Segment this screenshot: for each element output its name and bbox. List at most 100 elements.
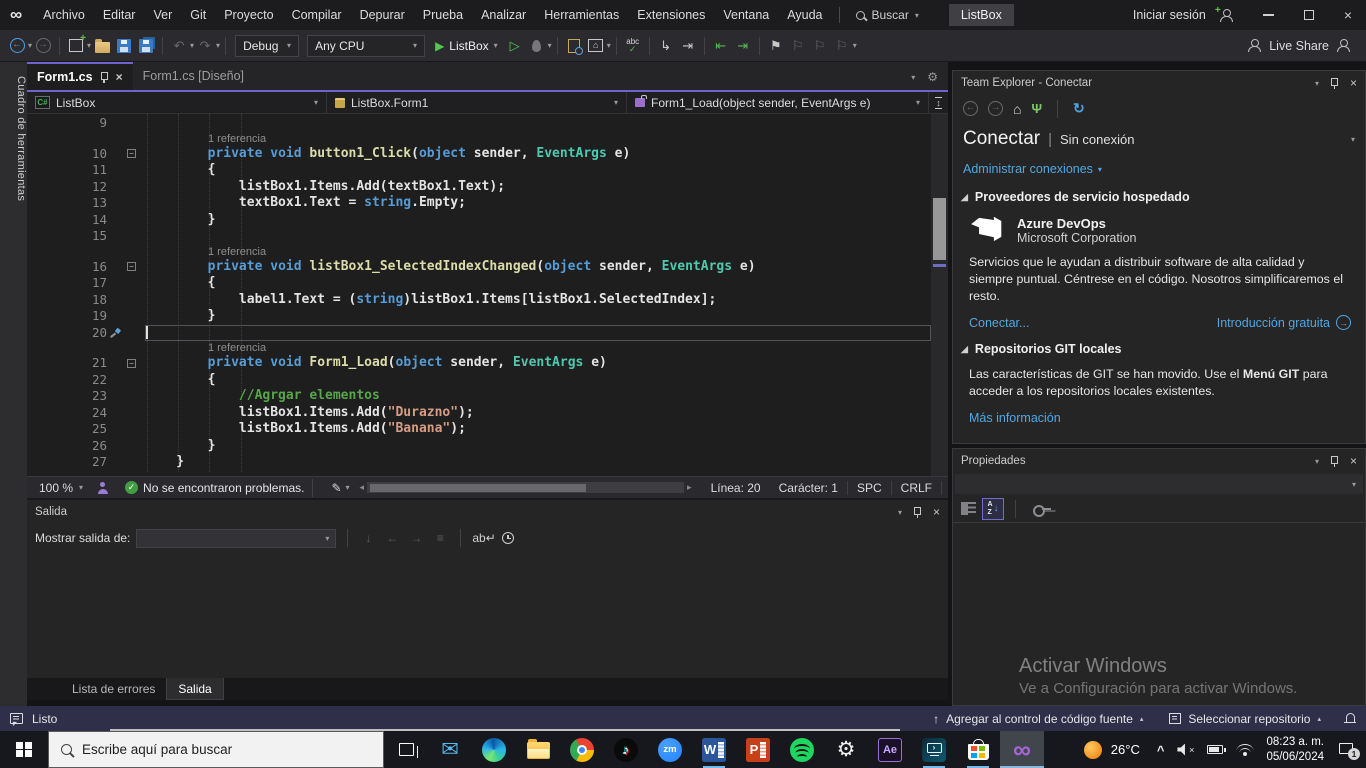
open-file-button[interactable] [92,35,112,57]
start-without-debugging-button[interactable]: ▷ [505,35,525,57]
add-to-source-control-button[interactable]: ↑ Agregar al control de código fuente ▴ [925,712,1151,726]
toolbox-side-tab[interactable]: Cuadro de herramientas [0,62,27,706]
code-line-24[interactable]: 24 listBox1.Items.Add("Durazno"); [27,405,948,422]
chevron-down-icon[interactable]: ▾ [1351,135,1355,144]
clear-bookmarks-button[interactable]: ⚐ [832,35,852,57]
powerpoint-app-button[interactable]: P [736,731,780,768]
view-interface-button[interactable]: ⇥ [678,35,698,57]
menu-item-archivo[interactable]: Archivo [34,0,94,30]
menu-item-git[interactable]: Git [181,0,215,30]
new-project-button[interactable] [66,33,86,57]
output-title-bar[interactable]: Salida ▾ × [27,500,948,524]
code-line-13[interactable]: 13 textBox1.Text = string.Empty; [27,195,948,212]
output-content[interactable] [27,552,948,678]
back-dropdown-icon[interactable]: ▾ [28,41,32,50]
document-options-gear-icon[interactable]: ⚙ [927,70,938,84]
new-project-dropdown-icon[interactable]: ▾ [87,41,91,50]
close-icon[interactable]: × [1350,455,1357,467]
member-dropdown[interactable]: Form1_Load(object sender, EventArgs e) ▾ [627,92,928,113]
restore-button[interactable] [1303,10,1314,20]
line-indicator[interactable]: Línea: 20 [702,481,770,495]
arrow-right-circle-icon[interactable]: → [1336,315,1351,331]
task-view-button[interactable] [384,731,428,768]
object-selector-dropdown[interactable]: ▾ [955,474,1363,494]
code-line-15[interactable]: 15 [27,228,948,245]
pin-icon[interactable] [100,71,109,83]
next-message-button[interactable]: → [407,531,425,545]
settings-button[interactable]: ⚙ [824,731,868,768]
code-line-22[interactable]: 22 { [27,372,948,389]
tab-form1-cs[interactable]: Form1.cs × [27,62,133,90]
volume-muted-icon[interactable]: × [1177,743,1194,756]
file-explorer-button[interactable] [516,731,560,768]
tab-form1-designer[interactable]: Form1.cs [Diseño] [133,62,254,90]
close-icon[interactable]: × [1350,77,1357,89]
live-share-label[interactable]: Live Share [1269,39,1329,53]
code-line-25[interactable]: 25 listBox1.Items.Add("Banana"); [27,421,948,438]
menu-item-depurar[interactable]: Depurar [351,0,414,30]
alphabetical-sort-button[interactable]: A Z ↓ [982,497,1004,520]
codelens-references[interactable]: 1 referencia [27,132,948,146]
type-dropdown[interactable]: ListBox.Form1 ▾ [327,92,627,113]
team-explorer-title-bar[interactable]: Team Explorer - Conectar ▾ × [953,71,1365,95]
code-line-12[interactable]: 12 listBox1.Items.Add(textBox1.Text); [27,179,948,196]
code-line-20[interactable]: 20 [27,324,948,341]
project-dropdown[interactable]: C# ListBox ▾ [27,92,327,113]
back-icon[interactable]: ← [963,101,978,116]
navigate-to-line-button[interactable]: ↳ [656,35,676,57]
menu-item-proyecto[interactable]: Proyecto [215,0,282,30]
code-editor[interactable]: 91 referencia10 private void button1_Cli… [27,114,948,476]
visual-studio-app-button[interactable]: ∞ [1000,731,1044,768]
codelens-references[interactable]: 1 referencia [27,245,948,259]
solution-name-badge[interactable]: ListBox [948,4,1014,26]
property-pages-key-icon[interactable] [1033,504,1051,517]
navigate-back-button[interactable]: ← [7,35,27,57]
window-position-dropdown-icon[interactable]: ▾ [1315,79,1319,88]
code-line-23[interactable]: 23 //Agrgar elementos [27,388,948,405]
mail-app-button[interactable]: ✉ [428,731,472,768]
scrollbar-track[interactable] [367,482,685,493]
sign-in-person-icon[interactable]: + [1215,5,1233,22]
categorized-view-icon[interactable] [961,502,976,515]
menu-item-editar[interactable]: Editar [94,0,145,30]
taskbar-search-box[interactable]: Escribe aquí para buscar [48,731,384,768]
more-info-link[interactable]: Más información [969,411,1061,425]
wifi-icon[interactable] [1236,743,1254,756]
after-effects-app-button[interactable]: Ae [868,731,912,768]
search-button[interactable]: Buscar ▾ [848,5,926,25]
forward-icon[interactable]: → [988,101,1003,116]
navigate-forward-button[interactable]: → [33,35,53,57]
pin-icon[interactable] [913,506,922,518]
goto-message-button[interactable]: ↓ [359,531,377,545]
battery-icon[interactable] [1207,745,1226,754]
window-position-dropdown-icon[interactable]: ▾ [898,508,902,517]
tab-error-list[interactable]: Lista de errores [61,678,166,700]
close-button[interactable]: × [1344,8,1352,22]
redo-dropdown-icon[interactable]: ▾ [216,41,220,50]
sign-in-button[interactable]: Iniciar sesión [1133,8,1206,22]
window-position-dropdown-icon[interactable]: ▾ [1315,457,1319,466]
menu-item-compilar[interactable]: Compilar [283,0,351,30]
scrollbar-thumb[interactable] [370,483,586,492]
problems-status-text[interactable]: No se encontraron problemas. [143,481,304,495]
menu-item-ventana[interactable]: Ventana [714,0,778,30]
word-wrap-button[interactable]: ab↵ [472,531,495,545]
save-button[interactable] [114,35,134,57]
close-tab-icon[interactable]: × [116,71,123,83]
code-line-16[interactable]: 16 private void listBox1_SelectedIndexCh… [27,259,948,276]
find-in-files-button[interactable] [564,35,584,57]
close-icon[interactable]: × [933,506,940,518]
code-cleanup-pen-icon[interactable]: ✎ [331,481,341,495]
chrome-app-button[interactable] [560,731,604,768]
word-app-button[interactable]: W [692,731,736,768]
menu-item-analizar[interactable]: Analizar [472,0,535,30]
weather-widget[interactable]: 26°C [1080,740,1144,759]
line-ending-indicator[interactable]: CRLF [890,480,942,495]
code-line-21[interactable]: 21 private void Form1_Load(object sender… [27,355,948,372]
menu-item-ver[interactable]: Ver [144,0,181,30]
menu-item-herramientas[interactable]: Herramientas [535,0,628,30]
spaces-indicator[interactable]: SPC [846,480,891,495]
show-hidden-icons-chevron[interactable]: ^ [1157,743,1165,758]
undo-button[interactable]: ↶ [169,35,189,57]
menu-item-extensiones[interactable]: Extensiones [628,0,714,30]
